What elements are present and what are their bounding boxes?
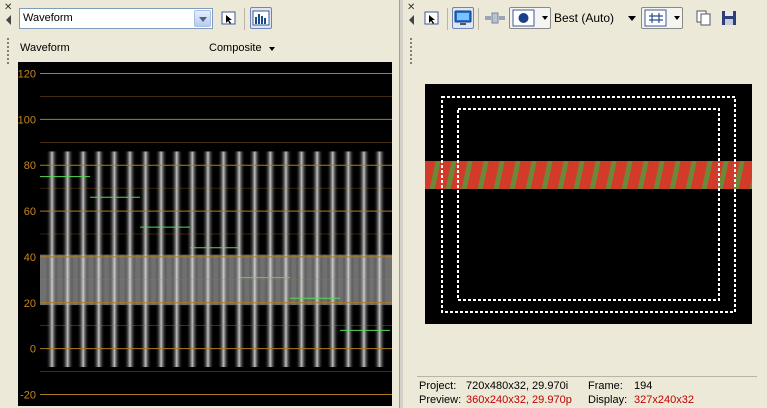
project-value: 720x480x32, 29.970i <box>466 380 569 392</box>
waveform-trace <box>201 151 214 368</box>
waveform-trace <box>92 151 105 368</box>
copy-icon <box>696 10 711 26</box>
waveform-trace <box>123 151 136 368</box>
toolbar-separator <box>447 8 448 30</box>
scope-title: Waveform <box>20 42 70 54</box>
toolbar-separator <box>244 8 245 30</box>
split-screen-dropdown[interactable] <box>509 7 551 29</box>
waveform-trace <box>264 151 277 368</box>
split-view-icon <box>512 9 548 27</box>
video-preview[interactable] <box>425 84 752 324</box>
title-safe-area <box>457 108 720 301</box>
panel-gutter: ✕ <box>403 0 419 408</box>
preview-quality-dropdown[interactable]: Best (Auto) <box>554 11 614 25</box>
waveform-trace <box>357 151 370 368</box>
chevron-down-icon[interactable] <box>269 47 275 51</box>
save-snapshot-button[interactable] <box>718 7 740 29</box>
collapse-panel-icon[interactable] <box>6 15 11 25</box>
action-safe-area <box>441 96 736 313</box>
waveform-trace <box>373 151 386 368</box>
pointer-icon <box>221 11 236 25</box>
waveform-scope: 120 100 80 60 40 20 0 -20 <box>18 62 392 406</box>
graticule-label: 80 <box>24 160 36 172</box>
chevron-down-icon[interactable] <box>194 10 211 27</box>
collapse-panel-icon[interactable] <box>409 15 414 25</box>
waveform-trace <box>155 151 168 368</box>
monitor-icon <box>454 10 472 25</box>
frame-value: 194 <box>634 380 653 392</box>
project-label: Project: <box>419 380 457 392</box>
waveform-trace <box>77 151 90 368</box>
graticule-label: -20 <box>20 390 36 402</box>
graticule-label: 60 <box>24 206 36 218</box>
graticule-label: 0 <box>30 344 36 356</box>
mode-dropdown[interactable]: Composite <box>209 42 262 54</box>
video-fx-button[interactable] <box>483 7 505 29</box>
display-value: 327x240x32 <box>634 394 694 406</box>
waveform-trace <box>186 151 199 368</box>
scopes-settings-button[interactable] <box>250 7 272 29</box>
waveform-trace <box>217 151 230 368</box>
external-monitor-button[interactable] <box>452 7 474 29</box>
color-stripe-band <box>425 161 752 189</box>
display-label: Display: <box>588 394 628 406</box>
waveform-trace <box>295 151 308 368</box>
update-scopes-button[interactable] <box>218 7 240 29</box>
close-panel-icon[interactable]: ✕ <box>4 3 12 13</box>
preview-value: 360x240x32, 29.970p <box>466 394 572 406</box>
copy-snapshot-button[interactable] <box>693 7 715 29</box>
frame-label: Frame: <box>588 380 623 392</box>
pointer-icon <box>424 11 439 25</box>
toolbar-separator <box>478 8 479 30</box>
chevron-down-icon[interactable] <box>628 16 636 21</box>
waveform-trace <box>248 151 261 368</box>
waveform-trace <box>61 151 74 368</box>
drag-grip-icon[interactable] <box>6 37 10 65</box>
status-divider <box>417 376 757 377</box>
graticule-label: 100 <box>18 114 36 126</box>
video-scopes-panel: ✕ Waveform Waveform Composite 120 100 80 60… <box>0 0 400 408</box>
waveform-trace <box>326 151 339 368</box>
waveform-trace <box>342 151 355 368</box>
waveform-trace <box>170 151 183 368</box>
drag-grip-icon[interactable] <box>409 37 413 65</box>
preview-image <box>425 96 752 313</box>
waveform-trace <box>311 151 324 368</box>
waveform-trace <box>233 151 246 368</box>
waveform-trace <box>279 151 292 368</box>
waveform-trace <box>108 151 121 368</box>
graticule-label: 40 <box>24 252 36 264</box>
waveform-graph: 120 100 80 60 40 20 0 -20 <box>18 68 392 402</box>
scope-type-value: Waveform <box>23 12 73 24</box>
graticule-label: 120 <box>18 68 36 80</box>
waveform-trace <box>46 151 58 368</box>
grid-icon <box>644 9 680 27</box>
bar-graph-icon <box>252 10 270 26</box>
plugin-chain-icon <box>485 12 505 24</box>
close-panel-icon[interactable]: ✕ <box>407 3 415 13</box>
preview-properties-button[interactable] <box>421 7 443 29</box>
panel-gutter: ✕ <box>0 0 16 408</box>
graticule-label: 20 <box>24 298 36 310</box>
waveform-trace <box>139 151 152 368</box>
scope-type-dropdown[interactable]: Waveform <box>19 8 213 29</box>
preview-label: Preview: <box>419 394 462 406</box>
overlays-dropdown[interactable] <box>641 7 683 29</box>
save-icon <box>722 11 736 25</box>
